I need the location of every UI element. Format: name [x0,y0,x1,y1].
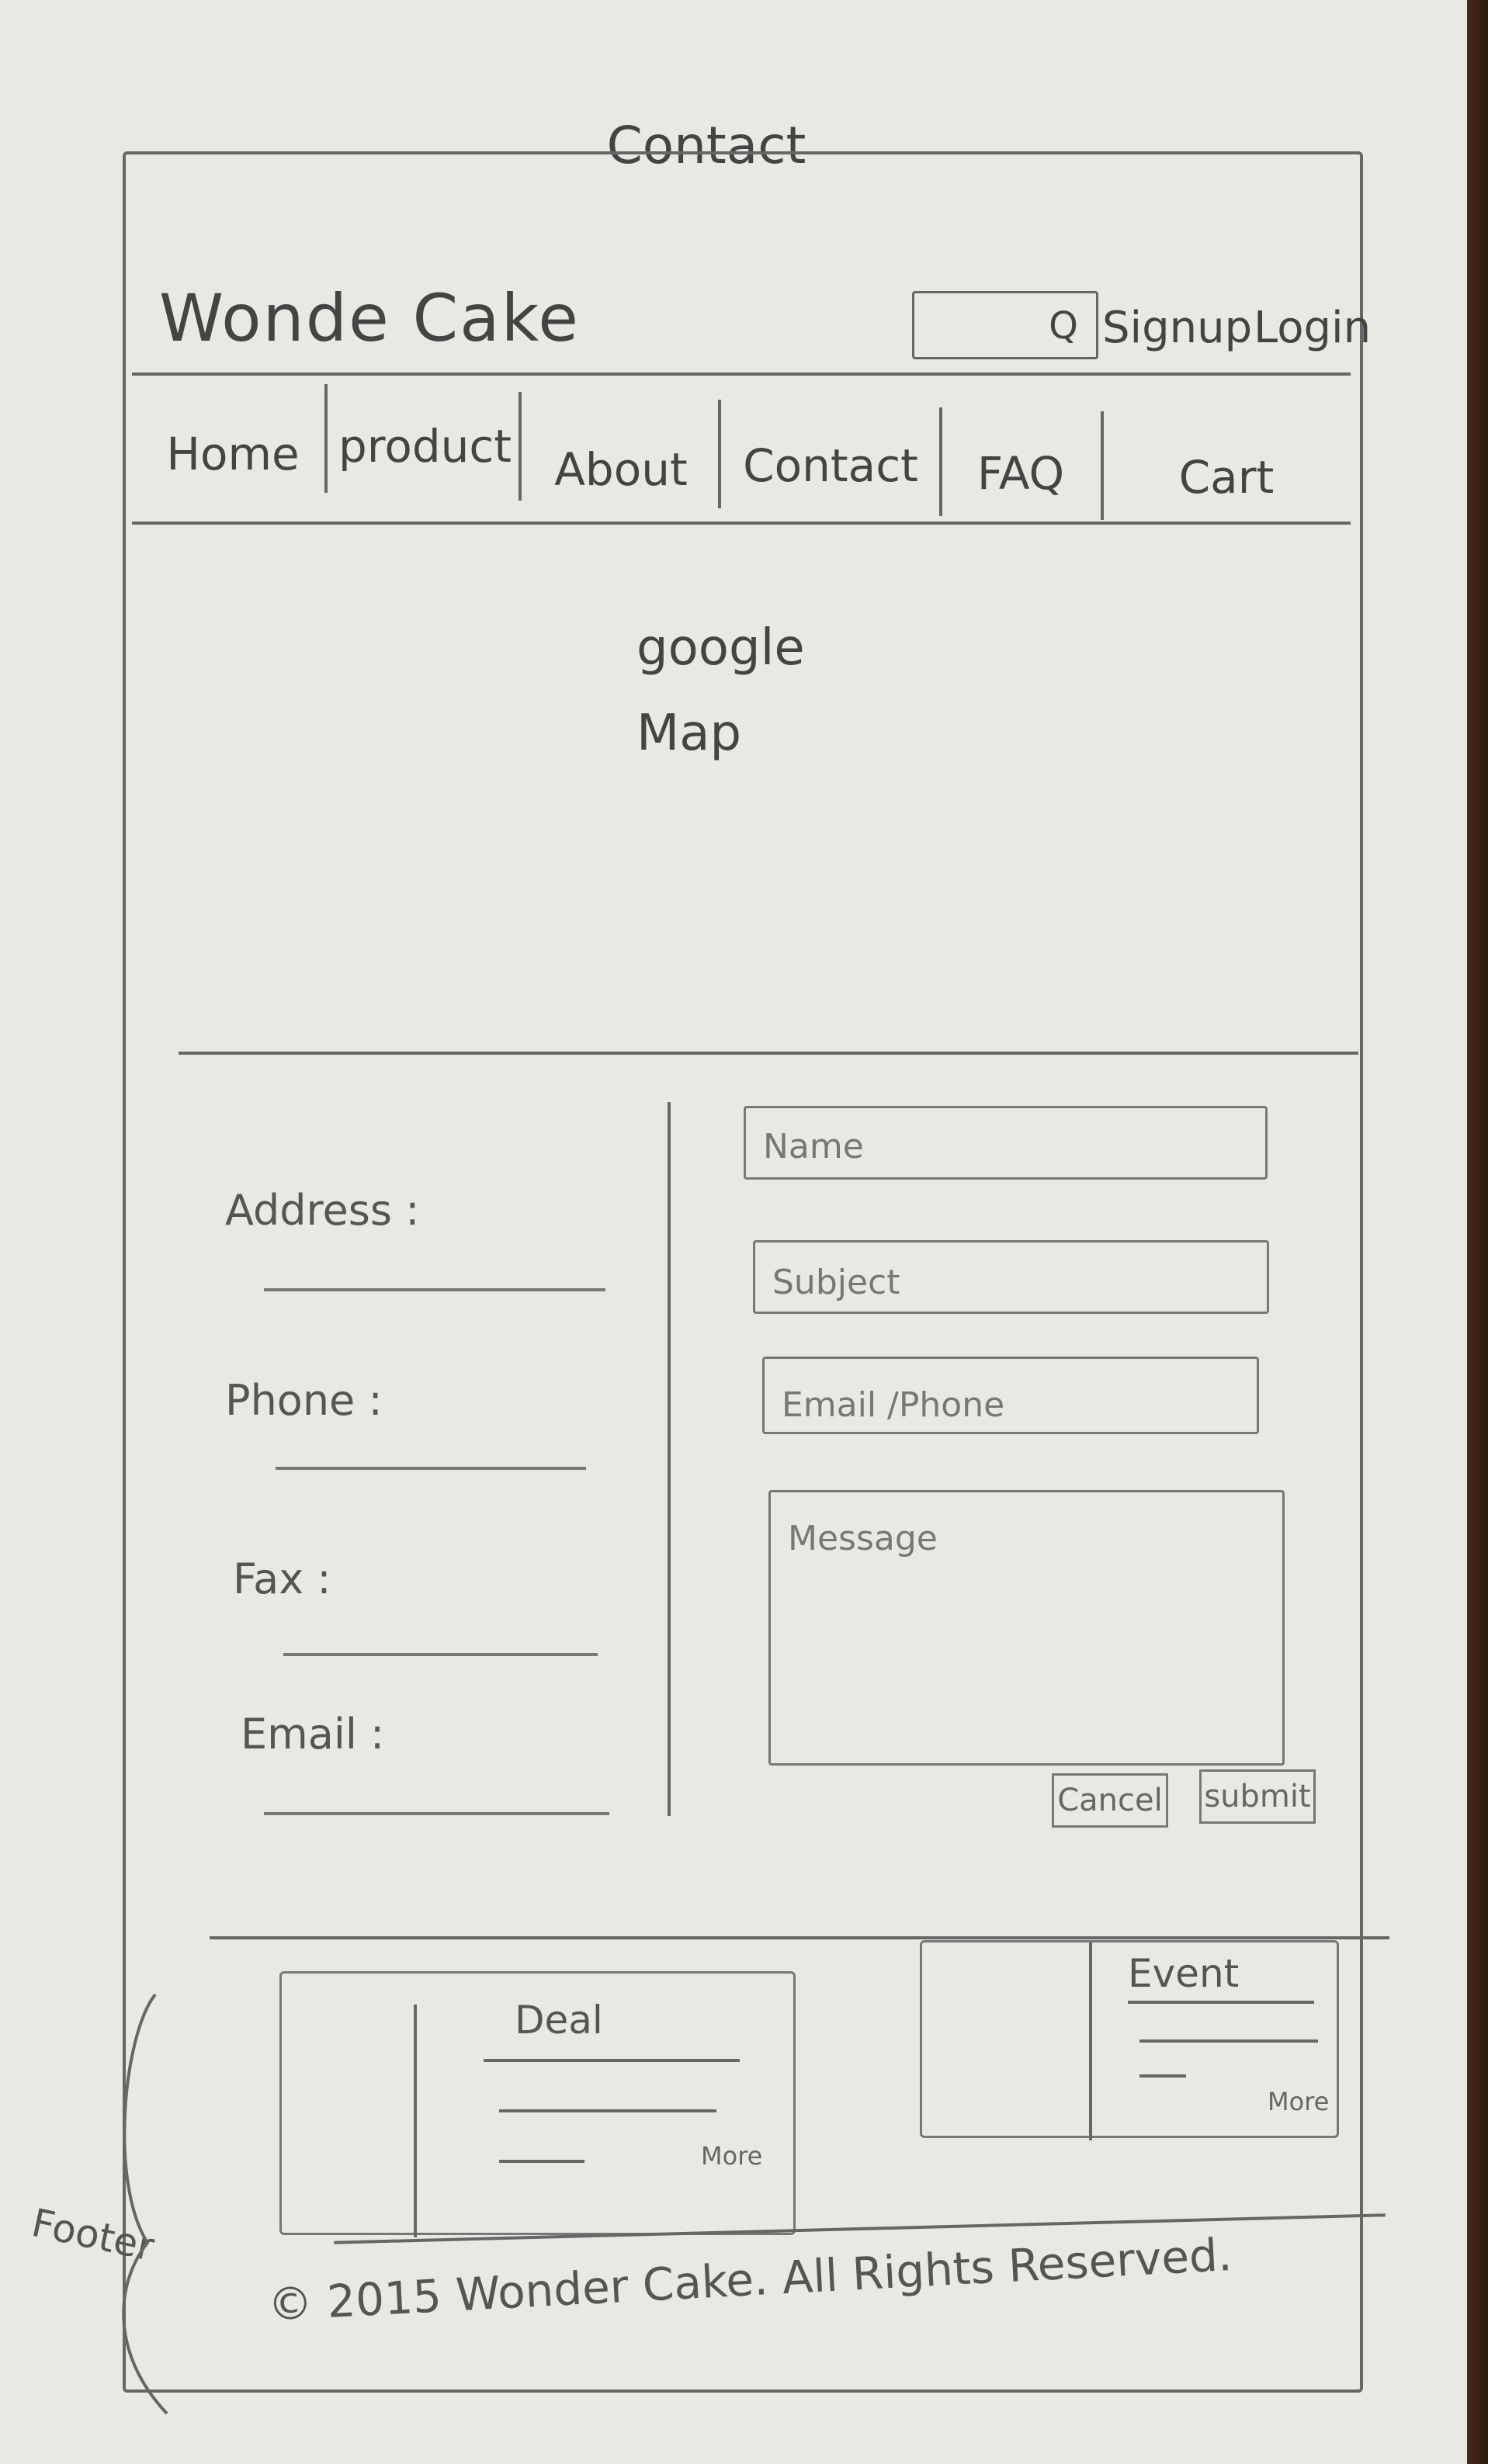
email-label: Email : [241,1710,385,1759]
nav-item-product[interactable]: product [334,407,516,485]
deal-card-image-divider [414,2005,417,2237]
email-line [264,1812,609,1815]
deal-text-line [499,2160,584,2163]
google-map[interactable] [132,528,1351,1040]
email-phone-field[interactable]: Email /Phone [762,1357,1259,1434]
nav-item-contact[interactable]: Contact [726,427,935,504]
footer-bracket-icon [122,1993,168,2415]
deal-more-link[interactable]: More [701,2140,762,2171]
search-input[interactable]: Q [912,291,1098,359]
nav-divider [132,522,1351,525]
event-more-link[interactable]: More [1268,2086,1329,2117]
subject-placeholder: Subject [772,1263,900,1302]
submit-button[interactable]: submit [1199,1769,1316,1824]
phone-label: Phone : [225,1376,383,1425]
event-card[interactable]: Event More [920,1940,1339,2140]
nav-separator [1101,411,1104,520]
cancel-button[interactable]: Cancel [1052,1773,1168,1828]
deal-text-line [484,2059,740,2062]
phone-line [276,1467,586,1470]
address-line [264,1288,605,1291]
contact-column-divider [668,1102,671,1816]
fax-line [283,1653,598,1656]
signup-link[interactable]: Signup [1102,291,1252,365]
nav-separator [519,392,522,501]
event-title: Event [1128,1951,1240,1996]
name-placeholder: Name [763,1127,864,1166]
subject-field[interactable]: Subject [753,1240,1269,1314]
fax-label: Fax : [233,1554,331,1603]
event-text-line [1128,2001,1314,2004]
nav-separator [324,384,328,493]
deal-card[interactable]: Deal More [279,1971,796,2237]
nav-item-about[interactable]: About [528,431,714,508]
email-phone-placeholder: Email /Phone [782,1385,1005,1425]
deal-text-line [499,2109,716,2112]
table-background [1467,0,1488,2464]
nav-item-home[interactable]: Home [147,415,318,493]
deal-title: Deal [515,1998,603,2043]
header-divider [132,373,1351,376]
map-placeholder-label: google Map [636,605,823,776]
event-text-line [1139,2074,1186,2078]
nav-separator [939,407,942,516]
event-text-line [1139,2039,1318,2043]
footer-divider [210,1936,1389,1939]
map-divider [179,1052,1358,1055]
search-icon[interactable]: Q [1045,304,1082,348]
nav-item-cart[interactable]: Cart [1110,438,1343,516]
map-label-line2: Map [636,705,742,762]
nav-item-faq[interactable]: FAQ [947,435,1094,512]
login-link[interactable]: Login [1254,291,1371,365]
brand-logo[interactable]: Wonde Cake [159,276,594,361]
address-label: Address : [225,1186,420,1235]
event-card-image-divider [1089,1942,1092,2140]
message-placeholder: Message [788,1519,938,1558]
nav-separator [718,400,721,508]
name-field[interactable]: Name [744,1106,1268,1180]
message-textarea[interactable]: Message [768,1490,1285,1766]
map-label-line1: google [636,619,805,677]
